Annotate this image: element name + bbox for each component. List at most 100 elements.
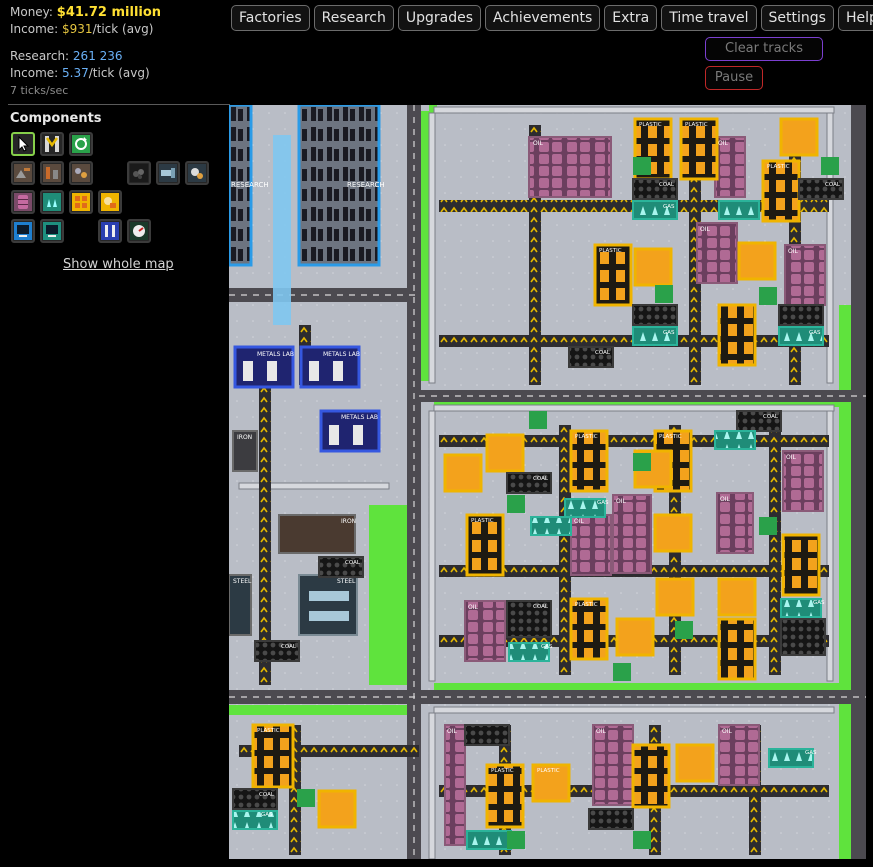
research-building-label-1: RESEARCH — [231, 181, 269, 189]
steel-label-2: STEEL — [337, 578, 356, 585]
achievements-button[interactable]: Achievements — [485, 5, 601, 31]
plastic-label-3: PLASTIC — [767, 164, 790, 170]
gas-label-3: GAS — [809, 330, 821, 336]
gas-label-4: GAS — [597, 500, 609, 506]
research-label: Research: — [10, 49, 70, 63]
stats-panel: Money: $41.72 million Income: $931/tick … — [10, 4, 230, 99]
income-value: $931 — [62, 22, 93, 36]
steel-label-1: STEEL — [233, 578, 252, 585]
plastic-label-10: PLASTIC — [491, 768, 514, 774]
metals-lab-icon — [101, 222, 119, 240]
research-row: Research: 261 236 — [10, 48, 230, 65]
gauge-icon — [130, 222, 148, 240]
research-value: 261 236 — [72, 49, 123, 63]
cursor-icon — [18, 135, 30, 152]
oil-label-5: OIL — [574, 518, 584, 525]
plastic-tool-button[interactable] — [69, 190, 93, 214]
metals-lab-label-2: METALS LAB — [323, 351, 360, 358]
ticks-per-sec: 7 ticks/sec — [10, 84, 69, 97]
plastic-label-6: PLASTIC — [659, 434, 682, 440]
gas-label-6: GAS — [813, 600, 825, 606]
plastic-label-4: PLASTIC — [599, 248, 622, 254]
pause-button[interactable]: Pause — [705, 66, 763, 90]
oil-label-6: OIL — [616, 498, 626, 505]
steel-pipe-icon — [159, 164, 177, 182]
select-tool-button[interactable] — [11, 132, 35, 156]
coal-label-9: COAL — [259, 792, 275, 798]
research-center-tool-button[interactable] — [11, 219, 35, 243]
money-row: Money: $41.72 million — [10, 4, 230, 21]
gas-label-5: GAS — [541, 644, 553, 650]
coal-label-2: COAL — [825, 182, 841, 188]
plastic-press-icon — [101, 193, 119, 211]
foundry-tool-button[interactable] — [40, 161, 64, 185]
factories-button[interactable]: Factories — [231, 5, 310, 31]
gas-tool-button[interactable] — [40, 190, 64, 214]
research-income-suffix: /tick (avg) — [88, 66, 150, 80]
metals-tool-button[interactable] — [185, 161, 209, 185]
factory-map[interactable]: RESEARCH RESEARCH METALS LAB METALS LAB … — [229, 105, 866, 859]
top-nav: Factories Research Upgrades Achievements… — [231, 5, 873, 31]
income-suffix: /tick (avg) — [92, 22, 154, 36]
coal-label-7: COAL — [345, 560, 361, 566]
gas-label-8: GAS — [805, 750, 817, 756]
oil-label-9: OIL — [468, 604, 478, 611]
conveyor-track-icon — [45, 136, 59, 152]
metals-lab-tool-button[interactable] — [98, 219, 122, 243]
research-button[interactable]: Research — [313, 5, 394, 31]
money-value: $41.72 million — [56, 5, 162, 20]
clear-tracks-button[interactable]: Clear tracks — [705, 37, 823, 61]
oil-label-11: OIL — [596, 728, 606, 735]
coal-mine-tool-button[interactable] — [127, 161, 151, 185]
plastic-label-7: PLASTIC — [471, 518, 494, 524]
coal-label-3: COAL — [595, 350, 611, 356]
iron-mine-icon — [14, 164, 32, 182]
research-income-label: Income: — [10, 66, 59, 80]
oil-label-2: OIL — [718, 140, 728, 147]
oil-label-10: OIL — [447, 728, 457, 735]
research-income-row: Income: 5.37/tick (avg) — [10, 65, 230, 82]
gas-icon — [43, 193, 61, 211]
plastic-label-5: PLASTIC — [575, 434, 598, 440]
plastic-label-2: PLASTIC — [685, 122, 708, 128]
research-income-value: 5.37 — [62, 66, 89, 80]
track-tool-button[interactable] — [40, 132, 64, 156]
coal-label-6: COAL — [533, 604, 549, 610]
ore-processor-tool-button[interactable] — [69, 161, 93, 185]
oil-tool-button[interactable] — [11, 190, 35, 214]
research-lab-icon — [43, 222, 61, 240]
plastic-factory-icon — [72, 193, 90, 211]
ore-processor-icon — [72, 164, 90, 182]
coal-label-8: COAL — [281, 644, 297, 650]
help-button[interactable]: Help — [837, 5, 873, 31]
time-travel-button[interactable]: Time travel — [661, 5, 757, 31]
metals-lab-label-3: METALS LAB — [341, 414, 378, 421]
metals-icon — [188, 164, 206, 182]
coal-label-5: COAL — [533, 476, 549, 482]
foundry-icon — [43, 164, 61, 182]
iron-mine-tool-button[interactable] — [11, 161, 35, 185]
extra-button[interactable]: Extra — [604, 5, 658, 31]
gauge-tool-button[interactable] — [127, 219, 151, 243]
rotate-tool-button[interactable] — [69, 132, 93, 156]
steel-tool-button[interactable] — [156, 161, 180, 185]
oil-label-7: OIL — [720, 496, 730, 503]
money-label: Money: — [10, 5, 53, 19]
show-whole-map-link[interactable]: Show whole map — [63, 257, 174, 272]
plastic-label-8: PLASTIC — [575, 602, 598, 608]
gas-label-1: GAS — [663, 204, 675, 210]
research-lab-tool-button[interactable] — [40, 219, 64, 243]
coal-label-4: COAL — [763, 414, 779, 420]
plastic-press-tool-button[interactable] — [98, 190, 122, 214]
plastic-label-11: PLASTIC — [537, 768, 560, 774]
income-row: Income: $931/tick (avg) — [10, 21, 230, 38]
income-label: Income: — [10, 22, 59, 36]
oil-label-4: OIL — [788, 248, 798, 255]
upgrades-button[interactable]: Upgrades — [397, 5, 482, 31]
oil-label-3: OIL — [700, 226, 710, 233]
settings-button[interactable]: Settings — [760, 5, 834, 31]
plastic-label-1: PLASTIC — [639, 122, 662, 128]
gas-label-2: GAS — [663, 330, 675, 336]
iron-label-1: IRON — [237, 434, 252, 441]
gas-label-7: GAS — [261, 812, 273, 818]
